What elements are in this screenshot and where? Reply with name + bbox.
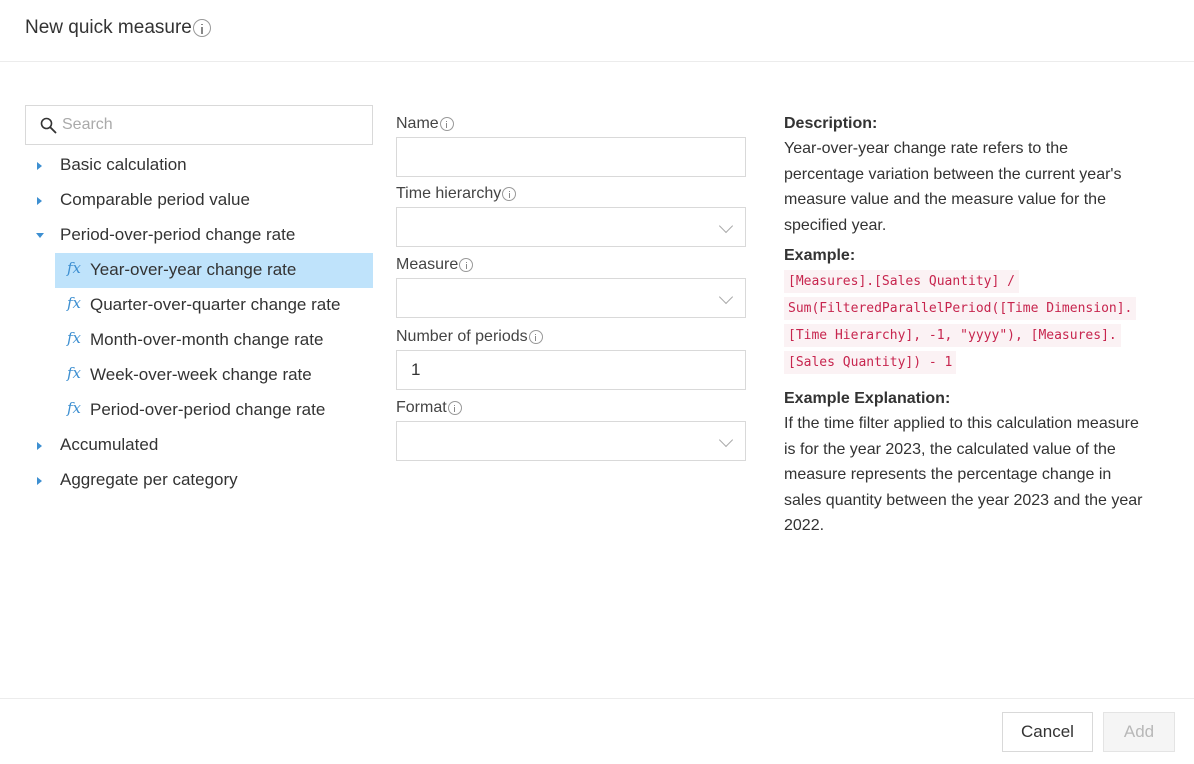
search-box bbox=[25, 105, 373, 145]
number-of-periods-label-row: Number of periods bbox=[396, 325, 746, 349]
example-code-line: [Measures].[Sales Quantity] / bbox=[784, 270, 1144, 295]
function-icon: fx bbox=[67, 364, 82, 382]
tree-child-month-over-month[interactable]: fx Month-over-month change rate bbox=[55, 323, 373, 358]
tree-item-label: Period-over-period change rate bbox=[60, 225, 296, 244]
dialog-footer: Cancel Add bbox=[0, 698, 1194, 764]
example-heading: Example: bbox=[784, 247, 856, 264]
explanation-heading: Example Explanation: bbox=[784, 390, 951, 407]
format-field-group: Format bbox=[396, 396, 746, 461]
description-text: Year-over-year change rate refers to the… bbox=[784, 140, 1122, 234]
quick-measure-dialog: New quick measure Basic calculation Comp… bbox=[0, 0, 1194, 764]
description-panel: Description: Year-over-year change rate … bbox=[784, 112, 1144, 539]
tree-child-year-over-year[interactable]: fx Year-over-year change rate bbox=[55, 253, 373, 288]
explanation-text: If the time filter applied to this calcu… bbox=[784, 415, 1143, 534]
tree-child-label: Year-over-year change rate bbox=[90, 260, 297, 279]
example-code: [Sales Quantity]) - 1 bbox=[784, 351, 957, 374]
info-icon[interactable] bbox=[528, 330, 543, 344]
number-of-periods-field-group: Number of periods 1 bbox=[396, 325, 746, 390]
explanation-block: Example Explanation: If the time filter … bbox=[784, 387, 1144, 539]
tree-item-label: Comparable period value bbox=[60, 190, 250, 209]
dialog-header: New quick measure bbox=[0, 0, 1194, 62]
tree-item-period-over-period[interactable]: Period-over-period change rate bbox=[25, 218, 373, 253]
example-code: [Measures].[Sales Quantity] / bbox=[784, 270, 1019, 293]
info-icon[interactable] bbox=[459, 258, 474, 272]
tree-item-label: Aggregate per category bbox=[60, 470, 238, 489]
description-heading: Description: bbox=[784, 115, 878, 132]
tree-child-period-over-period[interactable]: fx Period-over-period change rate bbox=[55, 393, 373, 428]
caret-down-icon[interactable] bbox=[36, 233, 44, 238]
measure-label-row: Measure bbox=[396, 253, 746, 277]
example-code-line: Sum(FilteredParallelPeriod([Time Dimensi… bbox=[784, 297, 1144, 322]
search-icon bbox=[40, 117, 57, 134]
tree-item-label: Accumulated bbox=[60, 435, 159, 454]
tree-item-comparable-period-value[interactable]: Comparable period value bbox=[25, 183, 373, 218]
function-icon: fx bbox=[67, 294, 82, 312]
measure-tree: Basic calculation Comparable period valu… bbox=[25, 148, 373, 498]
chevron-down-icon bbox=[718, 432, 734, 448]
measure-select[interactable] bbox=[396, 278, 746, 318]
chevron-down-icon bbox=[718, 289, 734, 305]
format-label-row: Format bbox=[396, 396, 746, 420]
example-code: [Time Hierarchy], -1, "yyyy"), [Measures… bbox=[784, 324, 1121, 347]
info-icon[interactable] bbox=[439, 117, 454, 131]
add-button[interactable]: Add bbox=[1103, 712, 1175, 752]
info-icon[interactable] bbox=[192, 19, 211, 37]
tree-item-accumulated[interactable]: Accumulated bbox=[25, 428, 373, 463]
name-label: Name bbox=[396, 115, 439, 132]
dialog-title-row: New quick measure bbox=[25, 17, 211, 39]
tree-child-label: Period-over-period change rate bbox=[90, 400, 326, 419]
tree-item-basic-calculation[interactable]: Basic calculation bbox=[25, 148, 373, 183]
time-hierarchy-select[interactable] bbox=[396, 207, 746, 247]
example-block: Example: [Measures].[Sales Quantity] / S… bbox=[784, 244, 1144, 376]
info-icon[interactable] bbox=[447, 401, 462, 415]
number-of-periods-label: Number of periods bbox=[396, 328, 528, 345]
caret-right-icon[interactable] bbox=[37, 162, 42, 170]
tree-child-quarter-over-quarter[interactable]: fx Quarter-over-quarter change rate bbox=[55, 288, 373, 323]
dialog-title: New quick measure bbox=[25, 17, 192, 38]
measure-field-group: Measure bbox=[396, 253, 746, 318]
tree-child-week-over-week[interactable]: fx Week-over-week change rate bbox=[55, 358, 373, 393]
function-icon: fx bbox=[67, 259, 82, 277]
name-input[interactable] bbox=[396, 137, 746, 177]
search-input[interactable] bbox=[62, 114, 362, 136]
example-code-line: [Sales Quantity]) - 1 bbox=[784, 351, 1144, 376]
number-of-periods-input[interactable]: 1 bbox=[396, 350, 746, 390]
example-code-line: [Time Hierarchy], -1, "yyyy"), [Measures… bbox=[784, 324, 1144, 349]
cancel-button[interactable]: Cancel bbox=[1002, 712, 1093, 752]
tree-child-label: Month-over-month change rate bbox=[90, 330, 324, 349]
tree-item-aggregate-per-category[interactable]: Aggregate per category bbox=[25, 463, 373, 498]
info-icon[interactable] bbox=[502, 187, 517, 201]
tree-item-label: Basic calculation bbox=[60, 155, 187, 174]
chevron-down-icon bbox=[718, 218, 734, 234]
time-hierarchy-label-row: Time hierarchy bbox=[396, 182, 746, 206]
function-icon: fx bbox=[67, 329, 82, 347]
format-label: Format bbox=[396, 399, 447, 416]
time-hierarchy-label: Time hierarchy bbox=[396, 185, 502, 202]
example-code: Sum(FilteredParallelPeriod([Time Dimensi… bbox=[784, 297, 1137, 320]
caret-right-icon[interactable] bbox=[37, 442, 42, 450]
format-select[interactable] bbox=[396, 421, 746, 461]
measure-label: Measure bbox=[396, 256, 459, 273]
caret-right-icon[interactable] bbox=[37, 197, 42, 205]
tree-child-label: Week-over-week change rate bbox=[90, 365, 312, 384]
name-label-row: Name bbox=[396, 112, 746, 136]
tree-child-label: Quarter-over-quarter change rate bbox=[90, 295, 341, 314]
time-hierarchy-field-group: Time hierarchy bbox=[396, 182, 746, 247]
caret-right-icon[interactable] bbox=[37, 477, 42, 485]
name-field-group: Name bbox=[396, 112, 746, 177]
function-icon: fx bbox=[67, 399, 82, 417]
